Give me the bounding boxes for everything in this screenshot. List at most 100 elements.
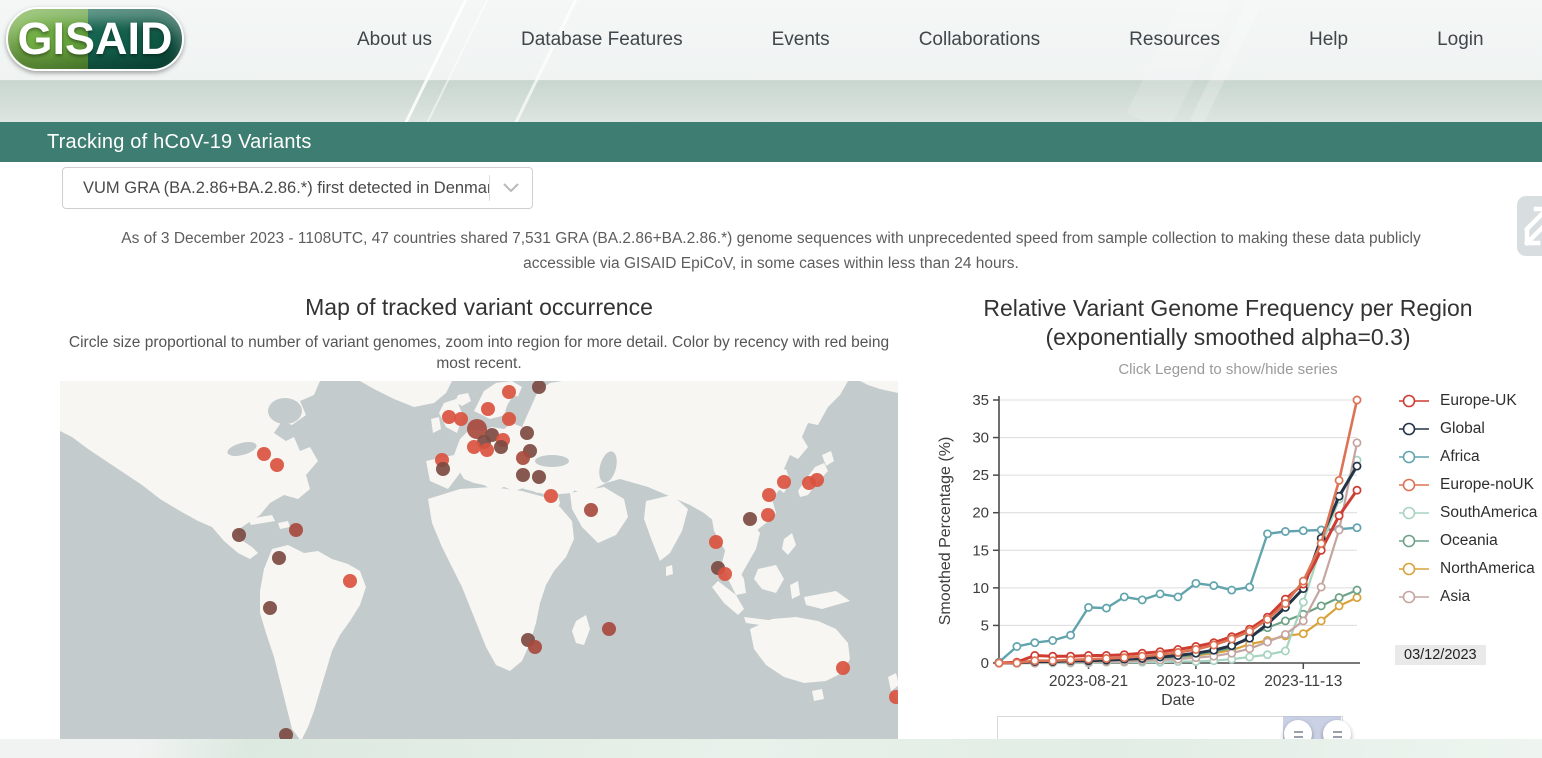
nav-item-about-us[interactable]: About us: [357, 29, 432, 51]
series-point-europe-nouk: [1334, 475, 1344, 485]
map-dot-36[interactable]: [810, 473, 824, 487]
map-dot-30[interactable]: [584, 503, 598, 517]
map-dot-11[interactable]: [481, 402, 495, 416]
series-point-global: [1352, 461, 1362, 471]
map-dot-39[interactable]: [743, 512, 757, 526]
series-point-southamerica: [1245, 652, 1255, 662]
series-point-africa: [1263, 529, 1272, 539]
map-dot-4[interactable]: [289, 523, 303, 537]
map-dot-33[interactable]: [602, 622, 616, 636]
chart-title: Relative Variant Genome Frequency per Re…: [922, 294, 1534, 352]
gisaid-logo[interactable]: GISAID: [6, 7, 184, 71]
series-point-europe-nouk: [1245, 626, 1255, 636]
y-tick-label: 25: [972, 467, 989, 484]
map-dot-5[interactable]: [272, 551, 286, 565]
nav-item-database-features[interactable]: Database Features: [521, 29, 683, 51]
chart-title-line2: (exponentially smoothed alpha=0.3): [1045, 324, 1411, 350]
series-point-europe-nouk: [1263, 614, 1272, 624]
map-dot-38[interactable]: [761, 508, 775, 522]
legend-item-global[interactable]: Global: [1398, 415, 1537, 443]
legend-label-africa: Africa: [1440, 448, 1480, 465]
map-title: Map of tracked variant occurrence: [305, 294, 653, 320]
map-dot-28[interactable]: [532, 470, 546, 484]
series-point-europe-nouk: [1137, 651, 1147, 661]
legend-item-asia[interactable]: Asia: [1398, 583, 1537, 611]
map-dot-40[interactable]: [709, 535, 723, 549]
series-point-europe-nouk: [1119, 653, 1129, 663]
map-dot-24[interactable]: [516, 451, 530, 465]
map-lake: [535, 455, 569, 467]
series-point-europe-nouk: [1030, 656, 1040, 666]
legend-item-southamerica[interactable]: SouthAmerica: [1398, 499, 1537, 527]
world-map[interactable]: [60, 380, 909, 758]
map-dot-19[interactable]: [467, 440, 481, 454]
series-point-africa: [1227, 585, 1237, 595]
series-point-europe-nouk: [1155, 650, 1165, 660]
series-point-europe-nouk: [1048, 656, 1058, 666]
y-tick-label: 30: [972, 430, 989, 447]
series-point-africa: [1352, 523, 1362, 533]
series-point-europe-nouk: [1316, 539, 1326, 548]
nav-item-events[interactable]: Events: [772, 29, 830, 51]
map-dot-13[interactable]: [454, 412, 468, 426]
map-dot-43[interactable]: [836, 661, 850, 675]
series-point-asia: [1316, 582, 1326, 592]
series-point-africa: [1048, 636, 1058, 645]
chevron-down-icon[interactable]: [490, 183, 532, 193]
series-point-europe-nouk: [1280, 599, 1290, 609]
summary-text: As of 3 December 2023 - 1108UTC, 47 coun…: [0, 226, 1542, 276]
legend-marker-asia: [1399, 590, 1429, 604]
map-dot-7[interactable]: [263, 601, 277, 615]
frequency-chart[interactable]: Smoothed Percentage (%) Date 0 5 10 15 20 25 3…: [930, 385, 1400, 730]
legend-item-europe-nouk[interactable]: Europe-noUK: [1398, 471, 1537, 499]
series-point-africa: [1280, 527, 1290, 536]
series-point-oceania: [1280, 616, 1290, 626]
x-tick-label: 2023-10-02: [1156, 673, 1235, 690]
series-point-oceania: [1316, 601, 1326, 611]
x-axis-label: Date: [1161, 692, 1195, 709]
map-dot-42[interactable]: [718, 567, 732, 581]
handle-grip-icon: [1332, 735, 1342, 738]
map-dot-10[interactable]: [502, 385, 516, 399]
map-dot-6[interactable]: [343, 574, 357, 588]
series-point-africa: [1012, 642, 1022, 651]
map-dot-26[interactable]: [436, 462, 450, 476]
map-dot-20[interactable]: [480, 443, 494, 457]
nav-item-collaborations[interactable]: Collaborations: [919, 29, 1040, 51]
series-point-europe-nouk: [1209, 640, 1219, 650]
nav-item-help[interactable]: Help: [1309, 29, 1348, 51]
series-point-africa: [1119, 592, 1129, 602]
map-dot-14[interactable]: [502, 412, 516, 426]
variant-selector[interactable]: VUM GRA (BA.2.86+BA.2.86.*) first detect…: [62, 167, 533, 209]
legend-item-europe-uk[interactable]: Europe-UK: [1398, 387, 1537, 415]
map-dot-34[interactable]: [777, 475, 791, 489]
x-tick-label: 2023-08-21: [1049, 673, 1128, 690]
nav-item-resources[interactable]: Resources: [1129, 29, 1220, 51]
legend-label-southamerica: SouthAmerica: [1440, 504, 1538, 521]
series-point-africa: [1030, 638, 1040, 648]
map-dot-37[interactable]: [762, 488, 776, 502]
page-title: Tracking of hCoV-19 Variants: [47, 130, 312, 153]
nav-item-login[interactable]: Login: [1437, 29, 1484, 51]
legend-item-northamerica[interactable]: NorthAmerica: [1398, 555, 1537, 583]
map-dot-22[interactable]: [520, 426, 534, 440]
legend-item-africa[interactable]: Africa: [1398, 443, 1537, 471]
legend-label-northamerica: NorthAmerica: [1440, 560, 1535, 577]
map-dot-32[interactable]: [528, 640, 542, 654]
map-dot-29[interactable]: [544, 489, 558, 503]
main-nav: About us Database Features Events Collabora…: [357, 0, 1484, 80]
map-dot-1[interactable]: [257, 447, 271, 461]
map-dot-27[interactable]: [516, 468, 530, 482]
series-point-southamerica: [1298, 597, 1308, 607]
series-point-southamerica: [1280, 646, 1290, 656]
map-dot-3[interactable]: [232, 528, 246, 542]
legend-item-oceania[interactable]: Oceania: [1398, 527, 1537, 555]
series-point-africa: [1191, 578, 1201, 588]
handle-grip-icon: [1293, 735, 1303, 738]
legend-label-europe-uk: Europe-UK: [1440, 392, 1517, 409]
series-point-europe-uk: [1334, 511, 1344, 521]
map-dot-2[interactable]: [270, 458, 284, 472]
series-point-oceania: [1352, 585, 1362, 595]
map-dot-12[interactable]: [442, 410, 456, 424]
map-dot-21[interactable]: [494, 440, 508, 454]
